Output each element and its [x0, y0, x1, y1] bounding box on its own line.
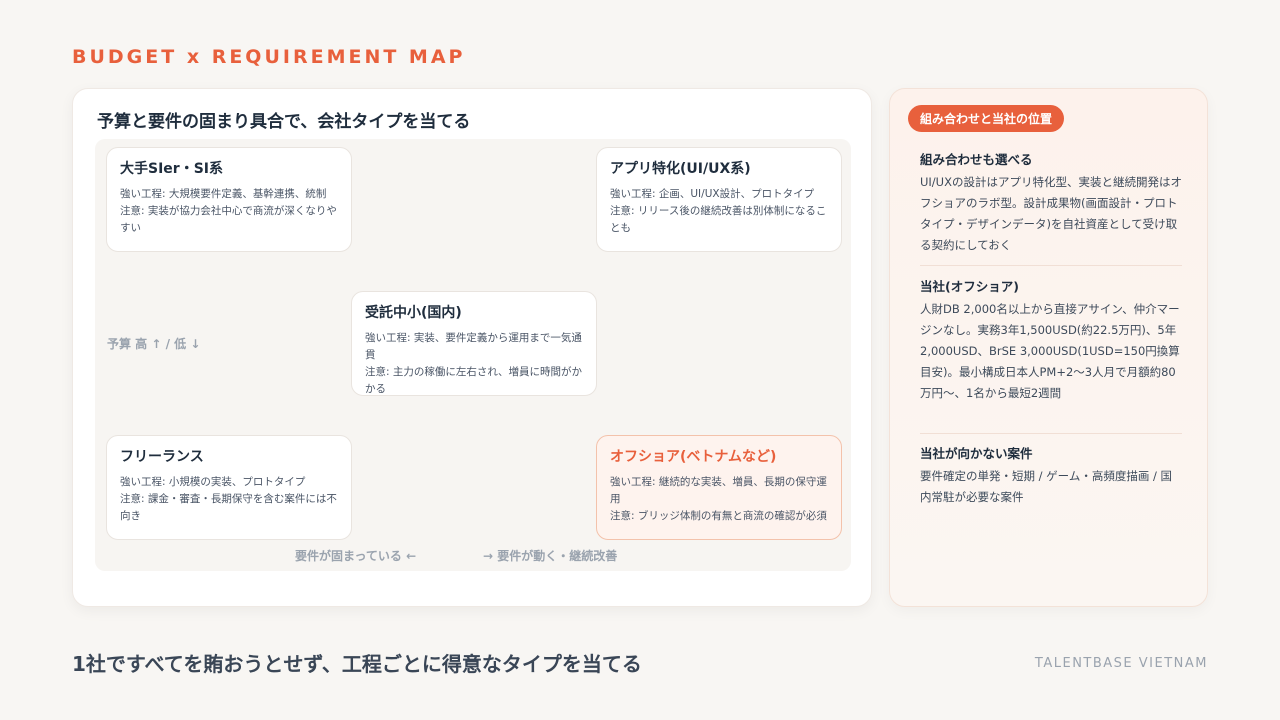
axis-x-left-label: 要件が固まっている ←	[295, 549, 417, 563]
side-divider	[920, 265, 1182, 266]
side-section-heading: 当社(オフショア)	[920, 279, 1019, 294]
quadrant-strength: 強い工程: 大規模要件定義、基幹連携、統制	[120, 188, 327, 200]
footer-tagline: 1社ですべてを賄おうとせず、工程ごとに得意なタイプを当てる	[72, 652, 642, 676]
side-section-body: UI/UXの設計はアプリ特化型、実装と継続開発はオフショアのラボ型。設計成果物(…	[920, 175, 1182, 252]
quadrant-strength: 強い工程: 実装、要件定義から運用まで一気通貫	[365, 332, 582, 361]
eyebrow-title: BUDGET x REQUIREMENT MAP	[72, 46, 466, 68]
quadrant-title: 大手SIer・SI系	[120, 161, 223, 177]
side-panel-pill: 組み合わせと当社の位置	[908, 105, 1065, 132]
side-section-heading: 当社が向かない案件	[920, 446, 1033, 461]
side-divider	[920, 433, 1182, 434]
quadrant-title: アプリ特化(UI/UX系)	[610, 161, 751, 177]
side-section-not-fit: 当社が向かない案件 要件確定の単発・短期 / ゲーム・高頻度描画 / 国内常駐が…	[920, 443, 1182, 508]
quadrant-large-sier: 大手SIer・SI系 強い工程: 大規模要件定義、基幹連携、統制 注意: 実装が…	[106, 147, 352, 252]
quadrant-caution: 注意: リリース後の継続改善は別体制になることも	[610, 205, 827, 234]
quadrant-strength: 強い工程: 小規模の実装、プロトタイプ	[120, 476, 306, 488]
quadrant-domestic-smb: 受託中小(国内) 強い工程: 実装、要件定義から運用まで一気通貫 注意: 主力の…	[351, 291, 597, 396]
quadrant-title: オフショア(ベトナムなど)	[610, 449, 777, 465]
quadrant-caution: 注意: ブリッジ体制の有無と商流の確認が必須	[610, 510, 827, 522]
quadrant-caution: 注意: 実装が協力会社中心で商流が深くなりやすい	[120, 205, 337, 234]
map-title: 予算と要件の固まり具合で、会社タイプを当てる	[97, 112, 471, 132]
quadrant-grid: 大手SIer・SI系 強い工程: 大規模要件定義、基幹連携、統制 注意: 実装が…	[95, 139, 851, 571]
quadrant-offshore: オフショア(ベトナムなど) 強い工程: 継続的な実装、増員、長期の保守運用 注意…	[596, 435, 842, 540]
quadrant-caution: 注意: 主力の稼働に左右され、増員に時間がかかる	[365, 366, 582, 395]
side-section-combination: 組み合わせも選べる UI/UXの設計はアプリ特化型、実装と継続開発はオフショアの…	[920, 149, 1182, 256]
side-section-company: 当社(オフショア) 人財DB 2,000名以上から直接アサイン、仲介マージンなし…	[920, 276, 1182, 404]
quadrant-app-specialist: アプリ特化(UI/UX系) 強い工程: 企画、UI/UX設計、プロトタイプ 注意…	[596, 147, 842, 252]
quadrant-freelance: フリーランス 強い工程: 小規模の実装、プロトタイプ 注意: 課金・審査・長期保…	[106, 435, 352, 540]
brand-logo: TALENTBASE VIETNAM	[1034, 656, 1208, 671]
quadrant-caution: 注意: 課金・審査・長期保守を含む案件には不向き	[120, 493, 337, 522]
quadrant-title: フリーランス	[120, 449, 204, 465]
axis-x-right-label: → 要件が動く・継続改善	[483, 549, 618, 563]
requirement-map-card: 予算と要件の固まり具合で、会社タイプを当てる 大手SIer・SI系 強い工程: …	[72, 88, 872, 607]
quadrant-title: 受託中小(国内)	[365, 305, 462, 321]
axis-y-label: 予算 高 ↑ / 低 ↓	[107, 337, 201, 351]
side-section-heading: 組み合わせも選べる	[920, 152, 1033, 167]
side-panel: 組み合わせと当社の位置 組み合わせも選べる UI/UXの設計はアプリ特化型、実装…	[889, 88, 1208, 607]
side-section-body: 人財DB 2,000名以上から直接アサイン、仲介マージンなし。実務3年1,500…	[920, 302, 1180, 400]
quadrant-strength: 強い工程: 継続的な実装、増員、長期の保守運用	[610, 476, 827, 505]
side-section-body: 要件確定の単発・短期 / ゲーム・高頻度描画 / 国内常駐が必要な案件	[920, 469, 1173, 504]
quadrant-strength: 強い工程: 企画、UI/UX設計、プロトタイプ	[610, 188, 815, 200]
